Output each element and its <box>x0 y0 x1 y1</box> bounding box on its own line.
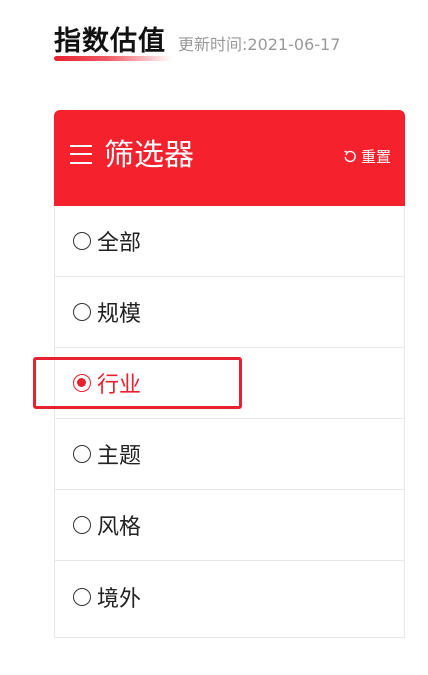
update-time: 更新时间:2021-06-17 <box>178 35 341 54</box>
radio-icon <box>73 303 91 321</box>
filter-panel: 筛选器 重置 全部 规模 行业 主题 风格 境外 <box>54 110 405 638</box>
page-title: 指数估值 <box>54 22 172 62</box>
option-label: 风格 <box>97 515 142 540</box>
option-label: 行业 <box>97 373 142 398</box>
radio-icon <box>73 232 91 250</box>
filter-title: 筛选器 <box>104 138 194 173</box>
option-theme[interactable]: 主题 <box>55 419 404 490</box>
option-all[interactable]: 全部 <box>55 206 404 277</box>
reset-button[interactable]: 重置 <box>343 146 391 167</box>
page-title-text: 指数估值 <box>54 26 166 57</box>
radio-icon <box>73 445 91 463</box>
filter-header: 筛选器 重置 <box>54 110 405 206</box>
option-label: 规模 <box>97 302 142 327</box>
refresh-icon <box>344 150 356 162</box>
option-label: 境外 <box>97 587 142 612</box>
option-label: 主题 <box>97 444 142 469</box>
radio-icon <box>73 516 91 534</box>
radio-selected-icon <box>73 374 91 392</box>
option-overseas[interactable]: 境外 <box>55 561 404 633</box>
option-list: 全部 规模 行业 主题 风格 境外 <box>55 206 404 633</box>
title-underline <box>54 56 172 61</box>
option-label: 全部 <box>97 231 142 256</box>
reset-label: 重置 <box>360 148 391 166</box>
option-industry[interactable]: 行业 <box>55 348 404 419</box>
option-style[interactable]: 风格 <box>55 490 404 561</box>
page: 指数估值 更新时间:2021-06-17 筛选器 重置 全部 规模 行业 主题 … <box>0 0 428 675</box>
page-header: 指数估值 更新时间:2021-06-17 <box>54 22 340 62</box>
option-scale[interactable]: 规模 <box>55 277 404 348</box>
radio-icon <box>73 588 91 606</box>
menu-icon <box>70 143 92 165</box>
